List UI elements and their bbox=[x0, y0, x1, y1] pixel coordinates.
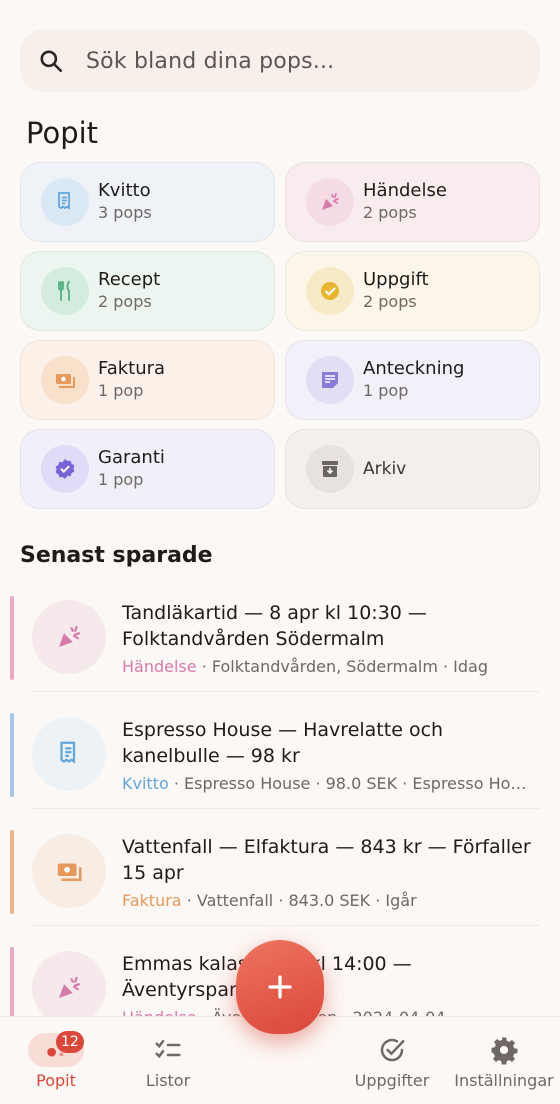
category-count: 2 pops bbox=[363, 203, 417, 222]
category-name: Faktura bbox=[98, 358, 166, 379]
category-name: Kvitto bbox=[98, 180, 151, 201]
nav-label: Inställningar bbox=[454, 1071, 554, 1090]
category-count: 2 pops bbox=[363, 292, 417, 311]
item-meta: Händelse · Folktandvården, Södermalm · I… bbox=[122, 657, 532, 676]
verified-badge-icon bbox=[55, 459, 75, 479]
category-name: Uppgift bbox=[363, 269, 429, 290]
nav-label: Popit bbox=[36, 1071, 76, 1090]
item-title: Vattenfall — Elfaktura — 843 kr — Förfal… bbox=[122, 836, 531, 884]
party-popper-icon bbox=[322, 193, 339, 210]
item-meta: Kvitto · Espresso House · 98.0 SEK · Esp… bbox=[122, 774, 532, 793]
item-details: · Folktandvården, Södermalm · Idag bbox=[196, 657, 489, 676]
nav-listor[interactable]: Listor bbox=[138, 1017, 198, 1104]
add-pop-button[interactable] bbox=[236, 940, 324, 1034]
category-kvitto[interactable]: Kvitto 3 pops bbox=[20, 162, 275, 242]
check-circle-icon bbox=[380, 1038, 405, 1062]
recent-section-title: Senast sparade bbox=[20, 543, 213, 568]
category-count: 1 pop bbox=[98, 470, 144, 489]
list-item[interactable]: Vattenfall — Elfaktura — 843 kr — Förfal… bbox=[0, 826, 560, 943]
fork-knife-icon bbox=[58, 281, 70, 301]
list-item[interactable]: Espresso House — Havrelatte och kanelbul… bbox=[0, 709, 560, 826]
item-details: · Espresso House · 98.0 SEK · Espresso H… bbox=[168, 774, 532, 793]
category-name: Anteckning bbox=[363, 358, 465, 379]
category-garanti[interactable]: Garanti 1 pop bbox=[20, 429, 275, 509]
category-faktura[interactable]: Faktura 1 pop bbox=[20, 340, 275, 420]
nav-popit[interactable]: 12 Popit bbox=[28, 1017, 84, 1104]
nav-uppgifter[interactable]: Uppgifter bbox=[352, 1017, 432, 1104]
notification-badge: 12 bbox=[56, 1031, 84, 1053]
item-category: Kvitto bbox=[122, 774, 169, 793]
check-circle-icon bbox=[321, 282, 339, 300]
item-title: Espresso House — Havrelatte och kanelbul… bbox=[122, 719, 444, 767]
category-name: Arkiv bbox=[363, 459, 407, 479]
nav-label: Listor bbox=[145, 1071, 191, 1090]
popit-section-title: Popit bbox=[26, 116, 99, 150]
category-arkiv[interactable]: Arkiv bbox=[285, 429, 540, 509]
item-details: · Vattenfall · 843.0 SEK · Igår bbox=[181, 891, 417, 910]
category-name: Händelse bbox=[363, 180, 447, 201]
nav-installningar[interactable]: Inställningar bbox=[454, 1017, 554, 1104]
item-category: Faktura bbox=[122, 891, 182, 910]
search-icon bbox=[40, 50, 63, 73]
note-icon bbox=[322, 372, 338, 388]
category-recept[interactable]: Recept 2 pops bbox=[20, 251, 275, 331]
category-count: 2 pops bbox=[98, 292, 152, 311]
nav-label: Uppgifter bbox=[354, 1071, 430, 1090]
category-count: 1 pop bbox=[363, 381, 409, 400]
category-count: 3 pops bbox=[98, 203, 152, 222]
receipt-icon bbox=[58, 192, 70, 210]
bill-icon bbox=[56, 374, 75, 388]
item-title: Emmas kalas — lör kl 14:00 — Äventyrspar… bbox=[122, 953, 412, 1001]
item-category: Händelse bbox=[122, 657, 197, 676]
party-popper-icon bbox=[59, 976, 81, 998]
category-uppgift[interactable]: Uppgift 2 pops bbox=[285, 251, 540, 331]
party-popper-icon bbox=[59, 625, 81, 647]
archive-icon bbox=[322, 461, 338, 477]
item-meta: Faktura · Vattenfall · 843.0 SEK · Igår bbox=[122, 891, 532, 910]
category-anteckning[interactable]: Anteckning 1 pop bbox=[285, 340, 540, 420]
checklist-icon bbox=[155, 1040, 181, 1059]
plus-icon bbox=[268, 975, 292, 999]
category-handelse[interactable]: Händelse 2 pops bbox=[285, 162, 540, 242]
receipt-icon bbox=[60, 741, 76, 764]
bill-icon bbox=[57, 863, 82, 881]
category-name: Recept bbox=[98, 269, 161, 290]
category-name: Garanti bbox=[98, 447, 165, 468]
search-input[interactable]: Sök bland dina pops... bbox=[86, 49, 334, 74]
item-title: Tandläkartid — 8 apr kl 10:30 — Folktand… bbox=[122, 602, 427, 650]
category-count: 1 pop bbox=[98, 381, 144, 400]
gear-icon bbox=[491, 1037, 518, 1065]
list-item[interactable]: Tandläkartid — 8 apr kl 10:30 — Folktand… bbox=[0, 592, 560, 709]
search-bar[interactable]: Sök bland dina pops... bbox=[20, 30, 540, 92]
